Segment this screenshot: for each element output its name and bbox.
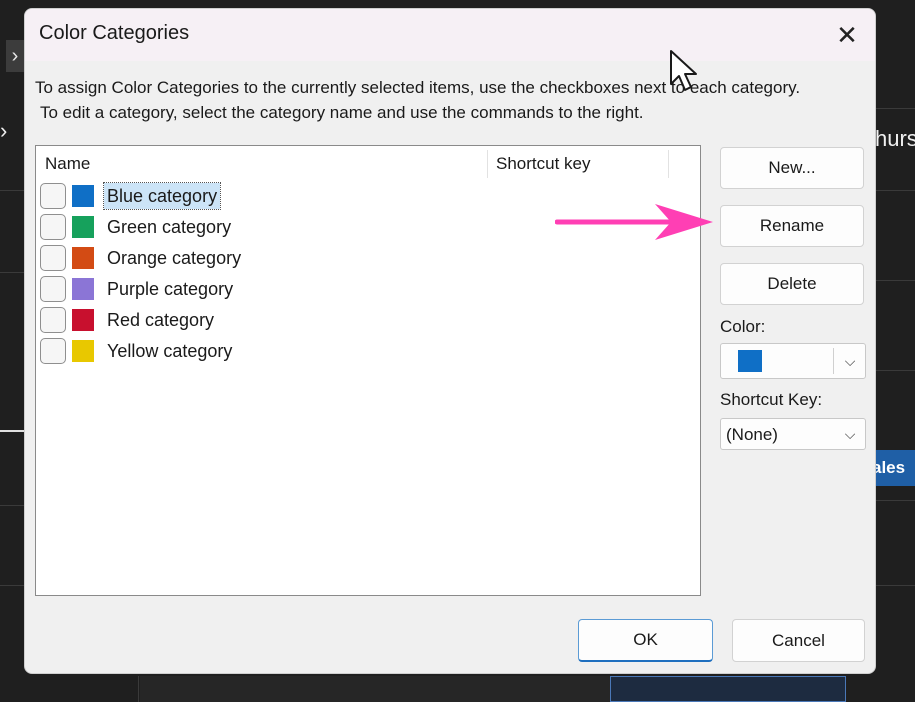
- delete-button[interactable]: Delete: [720, 263, 864, 305]
- category-name[interactable]: Yellow category: [104, 338, 235, 364]
- grid-line: [876, 190, 915, 191]
- grid-line: [0, 505, 24, 506]
- category-row-red[interactable]: Red category: [38, 305, 678, 335]
- category-name[interactable]: Red category: [104, 307, 217, 333]
- shortcut-key-value: (None): [726, 425, 778, 444]
- grid-line: [876, 280, 915, 281]
- category-checkbox[interactable]: [40, 307, 66, 333]
- grid-line: [0, 190, 24, 191]
- grid-line: [0, 585, 24, 586]
- background-fragment: ›: [0, 118, 8, 143]
- category-checkbox[interactable]: [40, 214, 66, 240]
- category-name[interactable]: Orange category: [104, 245, 244, 271]
- time-indicator: [0, 430, 24, 432]
- color-swatch: [72, 247, 94, 269]
- combo-divider: [833, 348, 834, 374]
- chevron-down-icon[interactable]: ⌵: [835, 344, 865, 378]
- chevron-down-icon[interactable]: ⌵: [835, 419, 865, 449]
- shortcut-key-select[interactable]: (None) ⌵: [720, 418, 866, 450]
- color-swatch: [72, 278, 94, 300]
- color-swatch: [72, 185, 94, 207]
- cancel-button[interactable]: Cancel: [732, 619, 865, 662]
- category-checkbox[interactable]: [40, 338, 66, 364]
- close-button[interactable]: ✕: [827, 15, 867, 55]
- new-button[interactable]: New...: [720, 147, 864, 189]
- calendar-event-fragment[interactable]: ales: [872, 450, 915, 486]
- instruction-line-1: To assign Color Categories to the curren…: [35, 78, 801, 97]
- close-icon: ✕: [836, 20, 858, 50]
- color-swatch: [72, 216, 94, 238]
- category-name[interactable]: Blue category: [102, 182, 222, 210]
- shortcut-key-label: Shortcut Key:: [720, 390, 823, 409]
- grid-line: [0, 272, 24, 273]
- annotation-arrow-icon: [555, 204, 713, 240]
- instruction-line-2: To edit a category, select the category …: [40, 103, 644, 122]
- color-label: Color:: [720, 317, 766, 336]
- chevron-right-icon[interactable]: ›: [6, 40, 24, 72]
- day-header-fragment: hurs: [875, 126, 915, 151]
- color-swatch: [72, 340, 94, 362]
- category-name[interactable]: Green category: [104, 214, 234, 240]
- name-column-header[interactable]: Name: [45, 154, 90, 174]
- grid-line: [876, 108, 915, 109]
- category-row-orange[interactable]: Orange category: [38, 243, 678, 273]
- grid-line: [876, 370, 915, 371]
- dialog-titlebar: Color Categories ✕: [25, 9, 875, 61]
- calendar-cell: [140, 676, 610, 702]
- rename-button[interactable]: Rename: [720, 205, 864, 247]
- category-checkbox[interactable]: [40, 276, 66, 302]
- ok-button[interactable]: OK: [578, 619, 713, 662]
- category-row-yellow[interactable]: Yellow category: [38, 336, 678, 366]
- category-row-purple[interactable]: Purple category: [38, 274, 678, 304]
- grid-line: [876, 585, 915, 586]
- selected-color-swatch: [738, 350, 762, 372]
- grid-line: [876, 500, 915, 501]
- column-separator[interactable]: [487, 150, 488, 178]
- color-swatch: [72, 309, 94, 331]
- shortcut-column-header[interactable]: Shortcut key: [496, 154, 591, 174]
- color-picker[interactable]: ⌵: [720, 343, 866, 379]
- column-separator[interactable]: [668, 150, 669, 178]
- category-checkbox[interactable]: [40, 245, 66, 271]
- category-name[interactable]: Purple category: [104, 276, 236, 302]
- calendar-event[interactable]: [610, 676, 846, 702]
- category-checkbox[interactable]: [40, 183, 66, 209]
- color-categories-dialog: Color Categories ✕ To assign Color Categ…: [24, 8, 876, 674]
- mouse-cursor-icon: [670, 50, 697, 91]
- grid-line: [138, 676, 139, 702]
- dialog-title: Color Categories: [39, 22, 190, 44]
